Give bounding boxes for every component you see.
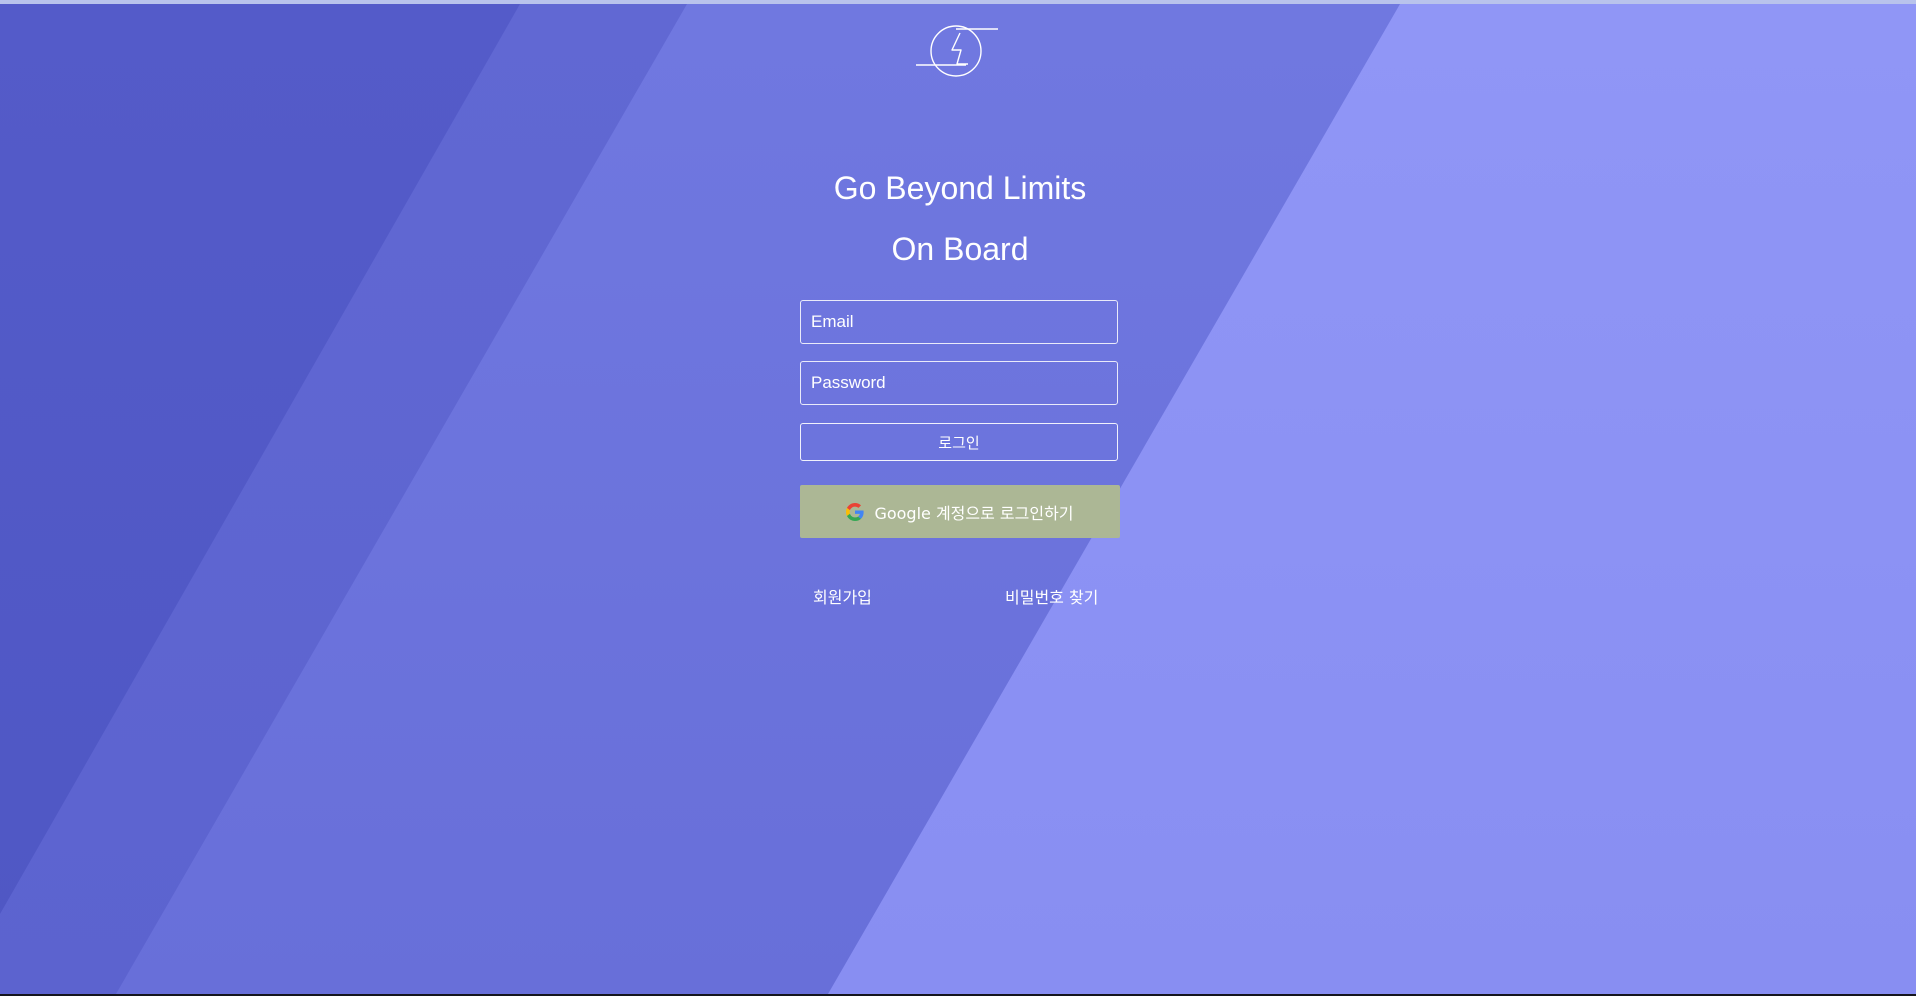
login-button[interactable]: 로그인: [800, 423, 1118, 461]
google-login-label: Google 계정으로 로그인하기: [874, 503, 1074, 523]
headline-line-1: Go Beyond Limits: [833, 170, 1087, 206]
google-g-icon: [846, 502, 865, 521]
signup-link[interactable]: 회원가입: [813, 584, 872, 608]
top-edge-line: [0, 0, 1916, 4]
headline-line-2: On Board: [891, 231, 1029, 267]
google-login-button[interactable]: Google 계정으로 로그인하기: [800, 485, 1120, 538]
email-field[interactable]: [800, 300, 1118, 344]
find-password-link[interactable]: 비밀번호 찾기: [1005, 584, 1098, 608]
login-page: Go Beyond Limits On Board 로그인 Google 계정으…: [0, 4, 1916, 994]
circle-slash-logo-icon: [916, 25, 998, 77]
password-field[interactable]: [800, 361, 1118, 405]
